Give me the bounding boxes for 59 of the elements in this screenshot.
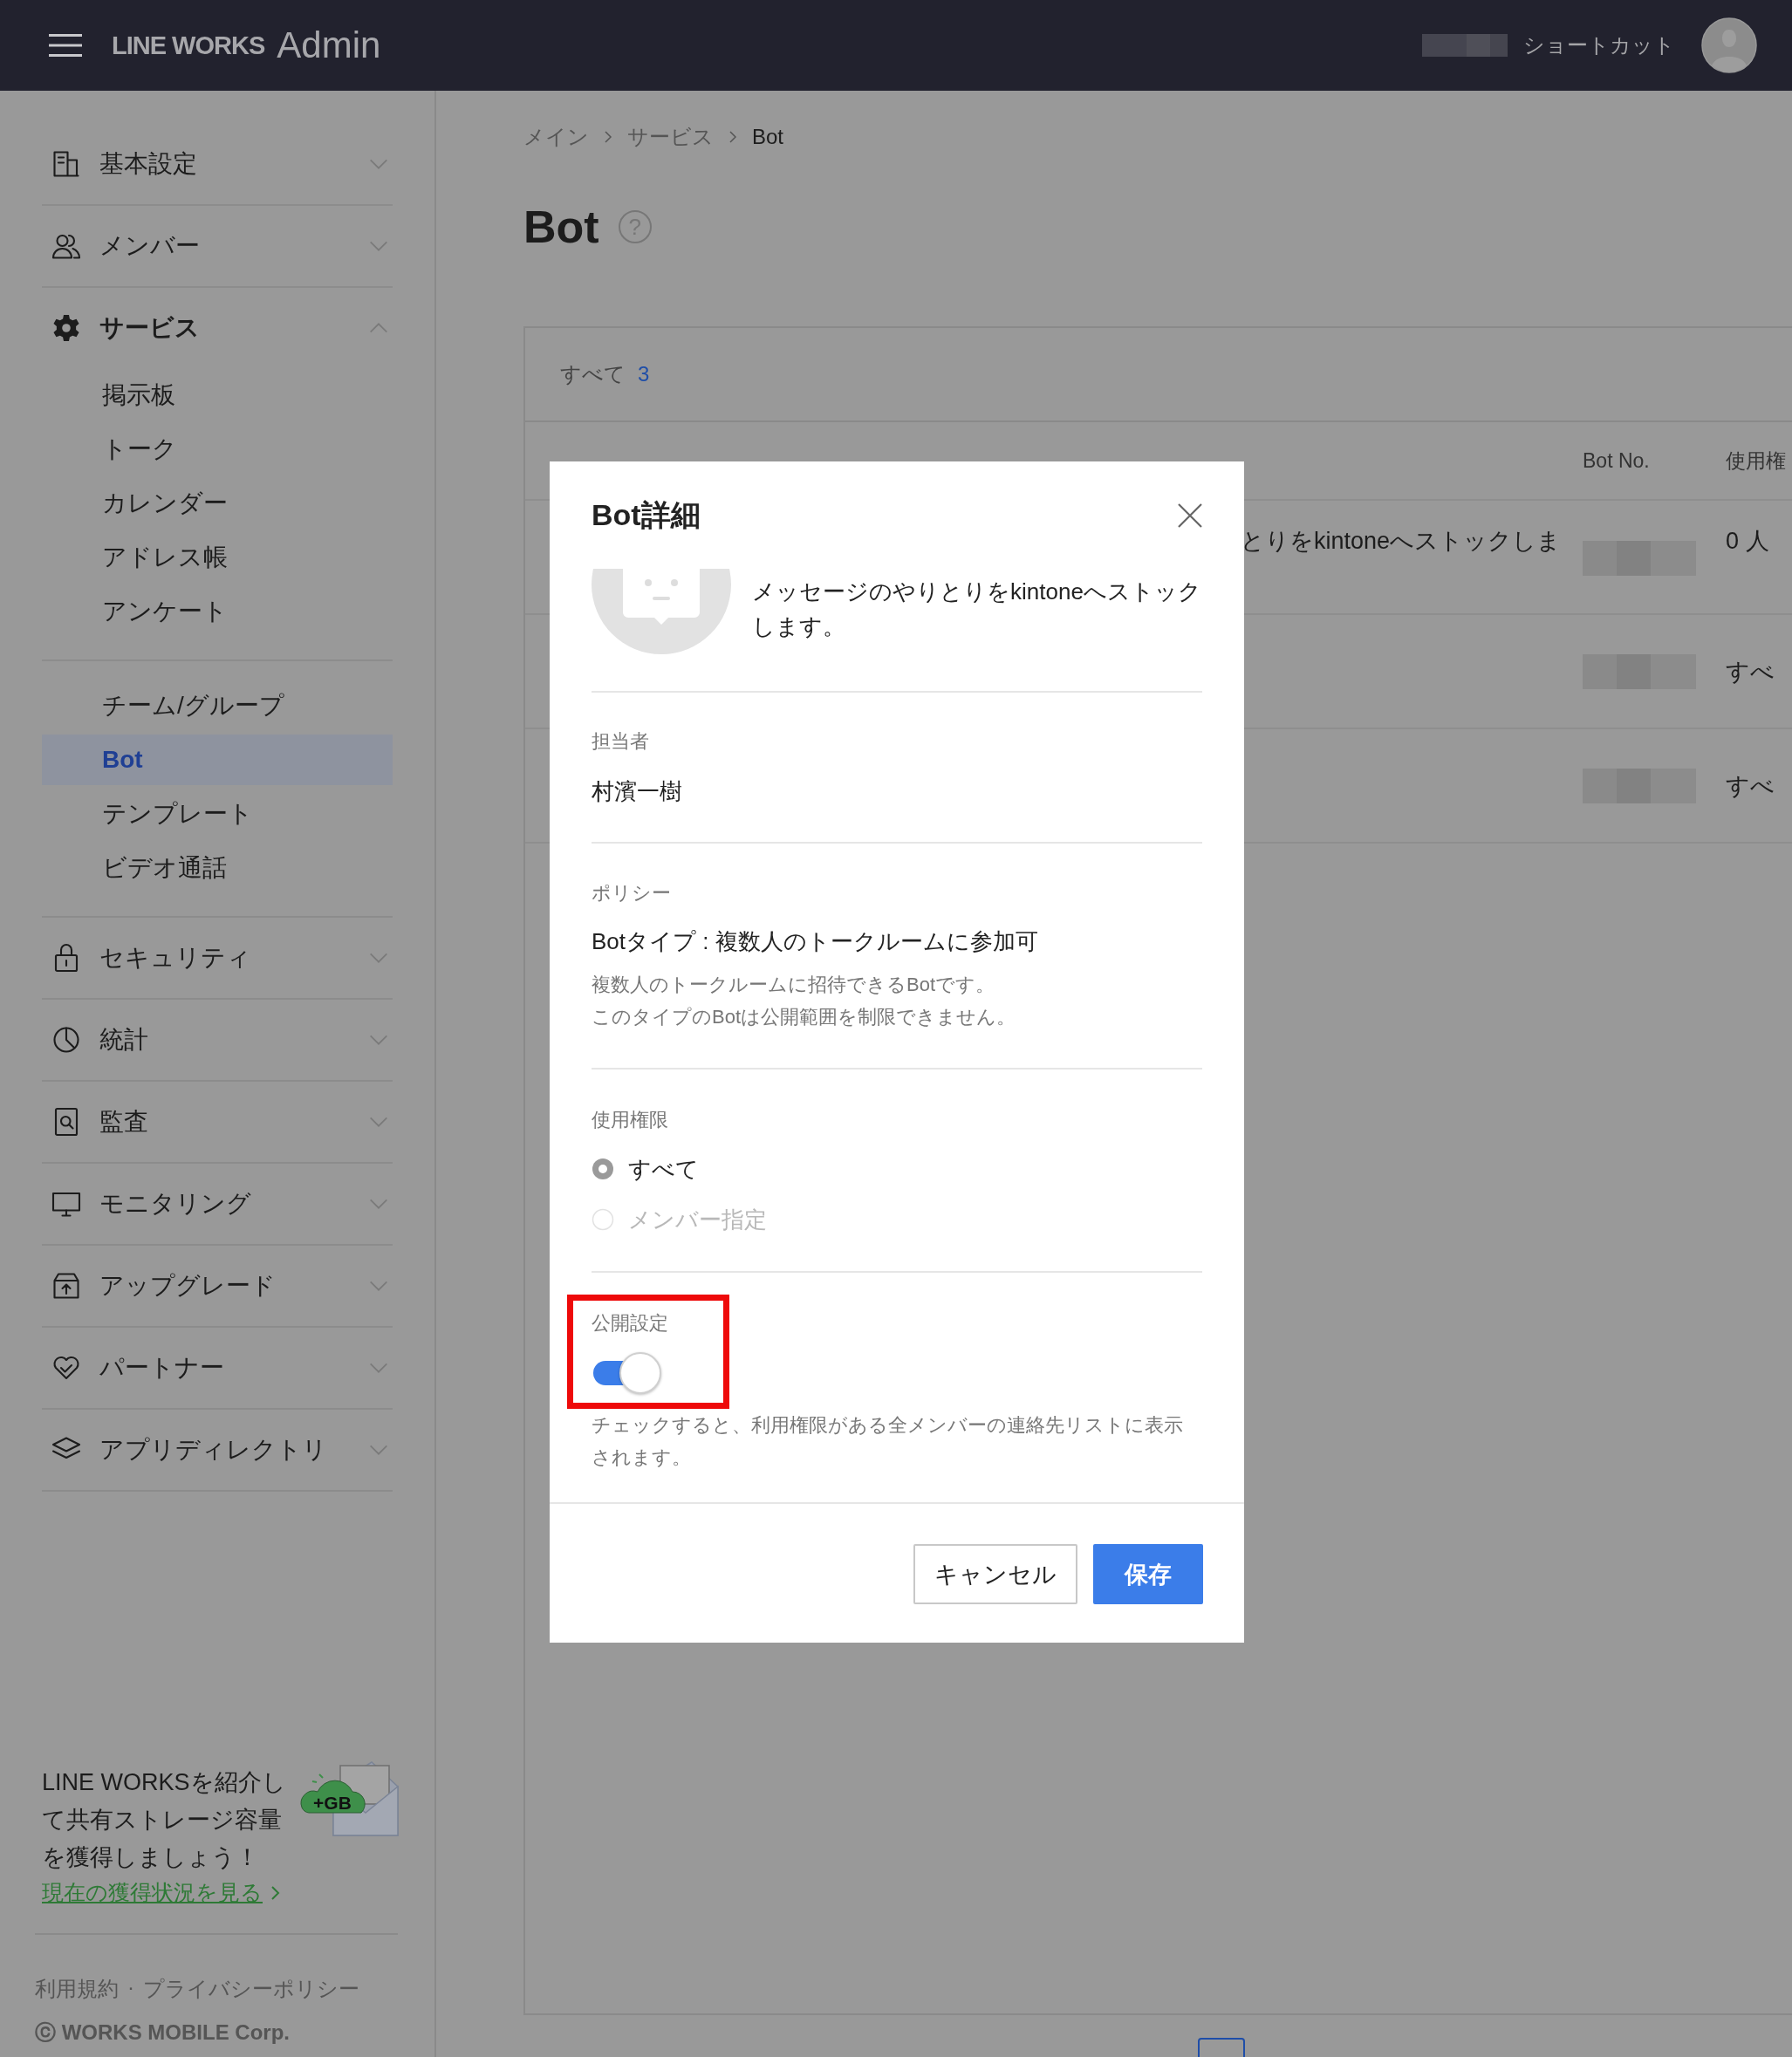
bot-avatar-icon	[592, 569, 731, 654]
field-label: 使用権限	[592, 1108, 669, 1132]
table-cell-text: 0 人	[1726, 527, 1770, 556]
cancel-button[interactable]: キャンセル	[913, 1544, 1077, 1604]
sidebar-item[interactable]: アップグレード	[99, 1269, 349, 1302]
field-label: ポリシー	[592, 881, 672, 905]
filter-count: 3	[638, 362, 650, 386]
promo-text: LINE WORKSを紹介して共有ストレージ容量を獲得しましょう！	[42, 1768, 287, 1872]
field-value: Botタイプ : 複数人のトークルームに参加可	[592, 927, 1039, 956]
menu-icon[interactable]	[49, 32, 82, 58]
column-header: Bot No.	[1583, 448, 1651, 473]
field-value: 村濱一樹	[592, 777, 683, 806]
breadcrumb-item: Bot	[752, 125, 784, 149]
sidebar-item[interactable]: 統計	[99, 1023, 349, 1056]
sidebar-subitem[interactable]: カレンダー	[42, 476, 393, 530]
link-separator: ·	[127, 1975, 134, 2000]
user-avatar-icon[interactable]	[1701, 17, 1757, 73]
sidebar-item[interactable]: メンバー	[99, 229, 349, 263]
policy-note: このタイプのBotは公開範囲を制限できません。	[592, 1005, 1017, 1029]
sidebar-item[interactable]: 基本設定	[99, 147, 349, 181]
help-text: チェックすると、利用権限がある全メンバーの連絡先リストに表示されます。	[592, 1413, 1184, 1470]
sidebar-subitem[interactable]: ビデオ通話	[42, 841, 393, 895]
sidebar-item[interactable]: サービス	[99, 311, 349, 345]
table-cell-text: すべ	[1726, 657, 1775, 687]
dialog-title: Bot詳細	[592, 496, 701, 533]
table-cell-text: とりをkintoneへストックしま	[1241, 527, 1563, 556]
sidebar-item[interactable]: モニタリング	[99, 1187, 349, 1220]
column-header: 使用権	[1726, 448, 1787, 474]
page-title: Bot	[523, 201, 599, 253]
sidebar-subitem[interactable]: トーク	[42, 422, 393, 476]
sidebar-subitem[interactable]: アンケート	[42, 584, 393, 639]
filter-label[interactable]: すべて	[560, 360, 626, 388]
field-label: 担当者	[592, 729, 650, 754]
sidebar-subitem[interactable]: チーム/グループ	[42, 679, 393, 733]
field-label: 公開設定	[592, 1311, 669, 1336]
sidebar-item[interactable]: 監査	[99, 1105, 349, 1138]
radio-dot-icon	[592, 1208, 614, 1231]
bot-description: メッセージのやりとりをkintoneへストックします。	[752, 577, 1202, 641]
sidebar-subitem[interactable]: アドレス帳	[42, 530, 393, 584]
save-button[interactable]: 保存	[1093, 1544, 1203, 1604]
sidebar-subitem[interactable]: 掲示板	[42, 368, 393, 422]
table-cell-text: すべ	[1726, 771, 1775, 801]
toggle-switch[interactable]	[592, 1352, 663, 1394]
policy-note: 複数人のトークルームに招待できるBotです。	[592, 973, 996, 997]
radio-dot-icon	[592, 1158, 614, 1180]
sidebar-item[interactable]: パートナー	[99, 1351, 349, 1384]
radio-option[interactable]: すべて	[592, 1144, 699, 1194]
sidebar-item[interactable]: アプリディレクトリ	[99, 1433, 349, 1466]
sidebar-subitem[interactable]: Bot	[42, 735, 393, 785]
product-name: Admin	[277, 24, 381, 66]
building-icon	[51, 148, 82, 180]
box-arrow-icon	[51, 1270, 82, 1302]
chevron-right-icon	[270, 1884, 282, 1901]
close-icon[interactable]	[1176, 501, 1204, 530]
brand-logo[interactable]: LINE WORKS	[112, 31, 265, 60]
copyright-text: ⓒ WORKS MOBILE Corp.	[35, 2019, 291, 2046]
shortcut-link[interactable]: ショートカット	[1523, 31, 1675, 59]
sidebar-subitem[interactable]: テンプレート	[42, 787, 393, 841]
sidebar-item[interactable]: セキュリティ	[99, 941, 349, 974]
